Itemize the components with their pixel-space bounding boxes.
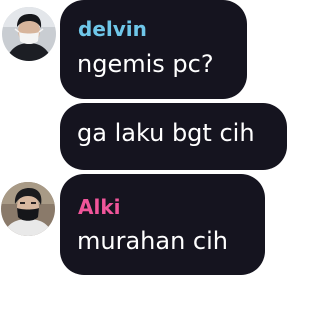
masked-person-avatar-icon [1, 182, 55, 236]
chat-conversation: delvin ngemis pc? ga laku bgt cih Alki m… [0, 0, 289, 320]
masked-person-avatar-icon [2, 7, 56, 61]
message-bubble[interactable]: delvin ngemis pc? [60, 0, 247, 99]
avatar-delvin[interactable] [2, 7, 56, 61]
message-text: murahan cih [77, 227, 228, 255]
avatar-alki[interactable] [1, 182, 55, 236]
sender-name[interactable]: Alki [78, 195, 121, 219]
message-bubble[interactable]: Alki murahan cih [60, 174, 265, 275]
message-text: ga laku bgt cih [77, 119, 255, 147]
sender-name[interactable]: delvin [78, 17, 147, 41]
message-bubble[interactable]: ga laku bgt cih [60, 103, 287, 170]
message-text: ngemis pc? [77, 50, 214, 78]
